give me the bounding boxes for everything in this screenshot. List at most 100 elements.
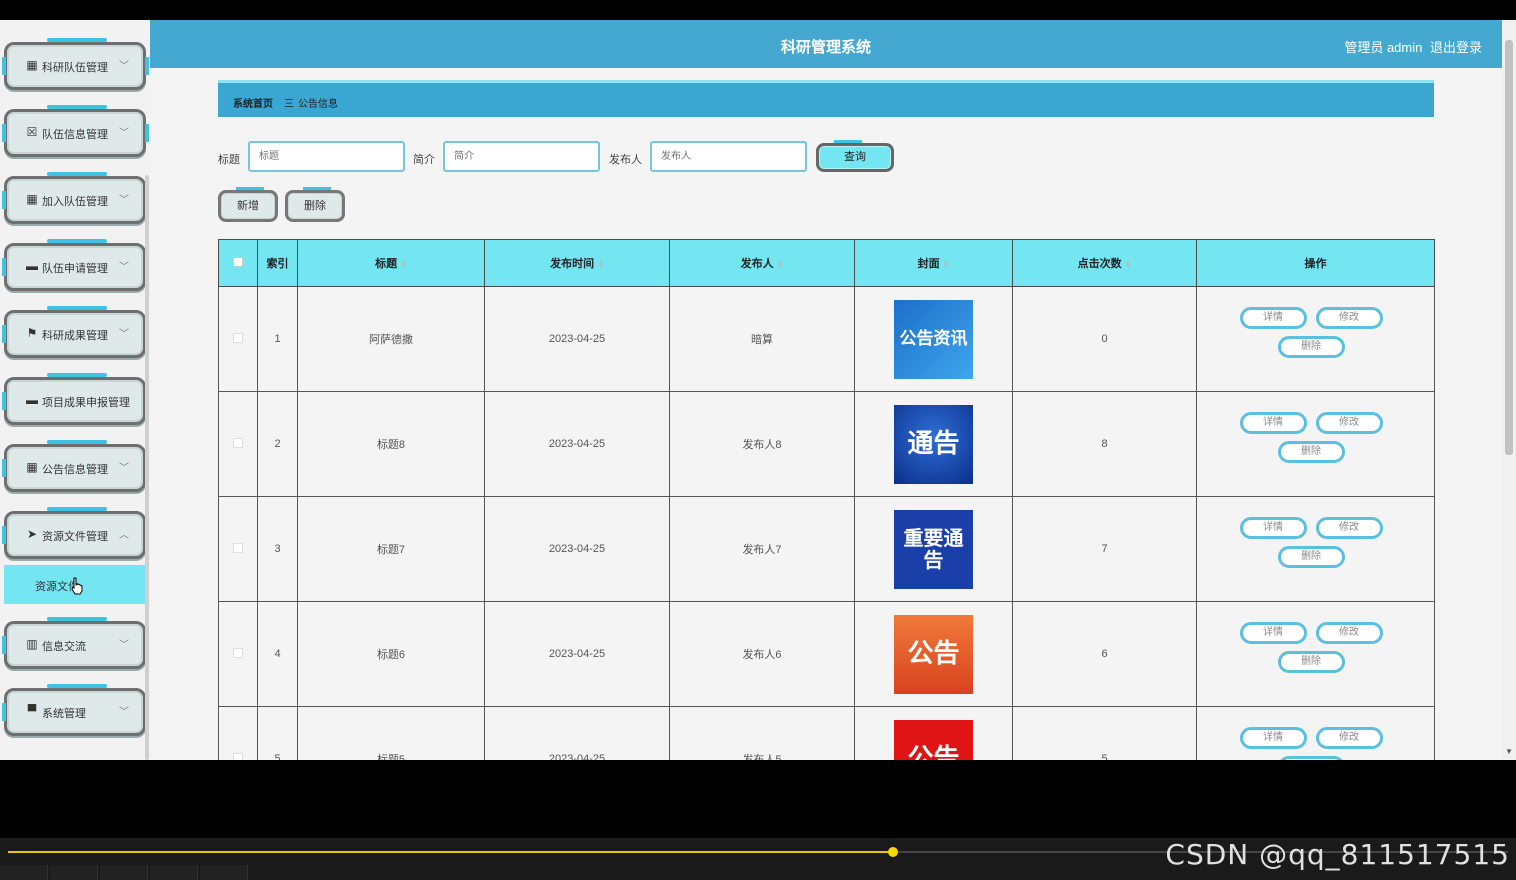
cell-publisher: 暗算 [669, 286, 855, 392]
detail-button[interactable]: 详情 [1239, 412, 1307, 434]
cell-time: 2023-04-25 [484, 286, 670, 392]
progress-played[interactable] [8, 851, 893, 853]
title-label: 标题 [218, 154, 240, 166]
player-tab[interactable] [100, 865, 148, 880]
detail-button[interactable]: 详情 [1239, 307, 1307, 329]
column-header-time[interactable]: 发布时间 ⬍ [484, 239, 670, 287]
publisher-input[interactable] [650, 141, 807, 172]
table-row: 3 标题7 2023-04-25 发布人7 重要通告 7 详情 修改 删除 [218, 496, 1435, 602]
logout-link[interactable]: 退出登录 [1430, 40, 1482, 55]
player-tab[interactable] [50, 865, 98, 880]
cell-clicks: 8 [1012, 391, 1197, 497]
row-select-cell [218, 601, 258, 707]
player-tab[interactable] [0, 865, 48, 880]
title-input[interactable] [248, 141, 405, 172]
sort-icon[interactable]: ⬍ [1125, 260, 1132, 269]
row-checkbox[interactable] [233, 332, 243, 343]
column-header-clicks[interactable]: 点击次数 ⬍ [1012, 239, 1197, 287]
column-header-title[interactable]: 标题 ⬍ [297, 239, 485, 287]
cell-time: 2023-04-25 [484, 706, 670, 760]
top-header: 科研管理系统 管理员 admin 退出登录 [150, 20, 1502, 68]
column-publisher-label: 发布人 [740, 258, 774, 270]
sidebar-item-communication[interactable]: ▥ 信息交流 ﹀ [2, 617, 149, 669]
player-tab[interactable] [200, 865, 248, 880]
edit-button[interactable]: 修改 [1315, 307, 1383, 329]
column-header-cover[interactable]: 封面 ⬍ [854, 239, 1013, 287]
row-delete-button[interactable]: 删除 [1277, 441, 1345, 463]
edit-button[interactable]: 修改 [1315, 727, 1383, 749]
column-header-ops: 操作 [1196, 239, 1435, 287]
app-screen: ▦ 科研队伍管理 ﹀ ☒ 队伍信息管理 ﹀ ▦ 加入队伍管理 ﹀ ▬ 队伍申请管… [0, 20, 1516, 760]
sidebar-item-join-team[interactable]: ▦ 加入队伍管理 ﹀ [2, 172, 149, 224]
intro-label: 简介 [413, 154, 435, 166]
row-select-cell [218, 706, 258, 760]
add-button[interactable]: 新增 [218, 187, 278, 222]
row-checkbox[interactable] [233, 437, 243, 448]
sidebar-item-notice[interactable]: ▦ 公告信息管理 ﹀ [2, 440, 149, 492]
scrollbar-thumb[interactable] [1505, 40, 1513, 455]
edit-button[interactable]: 修改 [1315, 412, 1383, 434]
grid-icon: ▦ [26, 192, 38, 206]
sidebar-item-team-apply[interactable]: ▬ 队伍申请管理 ﹀ [2, 239, 149, 291]
row-select-cell [218, 391, 258, 497]
intro-input[interactable] [443, 141, 600, 172]
sidebar-item-team-info[interactable]: ☒ 队伍信息管理 ﹀ [2, 105, 149, 157]
main-scrollbar[interactable]: ▼ [1502, 20, 1516, 760]
row-actions: 详情修改删除 [1198, 392, 1434, 496]
select-all-checkbox[interactable] [233, 256, 243, 267]
sidebar-item-label: 资源文件管理 [42, 531, 108, 543]
row-checkbox[interactable] [233, 752, 243, 760]
chevron-down-icon: ﹀ [119, 195, 129, 206]
sidebar-item-project-declare[interactable]: ▬ 项目成果申报管理 [2, 373, 149, 425]
row-delete-button[interactable]: 删除 [1277, 546, 1345, 568]
row-delete-button[interactable]: 删除 [1277, 651, 1345, 673]
row-checkbox[interactable] [233, 542, 243, 553]
table-header-row: 索引 标题 ⬍ 发布时间 ⬍ 发布人 ⬍ 封面 ⬍ 点击次数 ⬍ 操作 [218, 239, 1435, 287]
sidebar-item-system[interactable]: ▀ 系统管理 ﹀ [2, 684, 149, 736]
detail-button[interactable]: 详情 [1239, 622, 1307, 644]
chevron-down-icon: ﹀ [119, 128, 129, 139]
sort-icon[interactable]: ⬍ [777, 260, 784, 269]
chevron-up-icon: ︿ [119, 530, 129, 541]
bulk-delete-button[interactable]: 删除 [285, 187, 345, 222]
cover-text: 重要通告 [903, 526, 964, 572]
detail-button[interactable]: 详情 [1239, 517, 1307, 539]
cell-clicks: 6 [1012, 601, 1197, 707]
edit-button[interactable]: 修改 [1315, 622, 1383, 644]
player-tab[interactable] [150, 865, 198, 880]
cover-image: 公告 [894, 614, 973, 694]
sort-icon[interactable]: ⬍ [943, 260, 950, 269]
row-select-cell [218, 286, 258, 392]
detail-button[interactable]: 详情 [1239, 727, 1307, 749]
row-delete-button[interactable]: 删除 [1277, 756, 1345, 760]
breadcrumb-home[interactable]: 系统首页 [233, 95, 273, 110]
desktop-icon: ▀ [27, 704, 37, 718]
sidebar-item-resource-files[interactable]: ➤ 资源文件管理 ︿ [2, 507, 149, 559]
scroll-down-icon[interactable]: ▼ [1505, 747, 1513, 756]
row-delete-button[interactable]: 删除 [1277, 336, 1345, 358]
row-checkbox[interactable] [233, 647, 243, 658]
chevron-down-icon: ﹀ [119, 707, 129, 718]
sidebar-item-label: 科研成果管理 [42, 330, 108, 342]
sidebar-item-research-results[interactable]: ⚑ 科研成果管理 ﹀ [2, 306, 149, 358]
query-button[interactable]: 查询 [816, 140, 894, 172]
monitor-icon: ▬ [26, 259, 38, 273]
cell-index: 5 [257, 706, 298, 760]
cell-title: 标题8 [297, 391, 485, 497]
column-header-index: 索引 [257, 239, 298, 287]
sort-icon[interactable]: ⬍ [400, 260, 407, 269]
player-controls [0, 865, 260, 880]
sidebar-item-research-team[interactable]: ▦ 科研队伍管理 ﹀ [2, 38, 149, 90]
send-icon: ➤ [26, 527, 38, 541]
sort-icon[interactable]: ⬍ [597, 260, 604, 269]
cell-ops: 详情修改删除 [1196, 286, 1435, 392]
chevron-down-icon: ﹀ [119, 61, 129, 72]
breadcrumb-current: 公告信息 [298, 99, 338, 110]
sidebar-scrollbar[interactable] [145, 175, 149, 760]
progress-knob[interactable] [888, 847, 898, 857]
edit-button[interactable]: 修改 [1315, 517, 1383, 539]
column-header-publisher[interactable]: 发布人 ⬍ [669, 239, 855, 287]
cell-clicks: 7 [1012, 496, 1197, 602]
cover-image: 重要通告 [894, 509, 973, 589]
cell-title: 标题6 [297, 601, 485, 707]
